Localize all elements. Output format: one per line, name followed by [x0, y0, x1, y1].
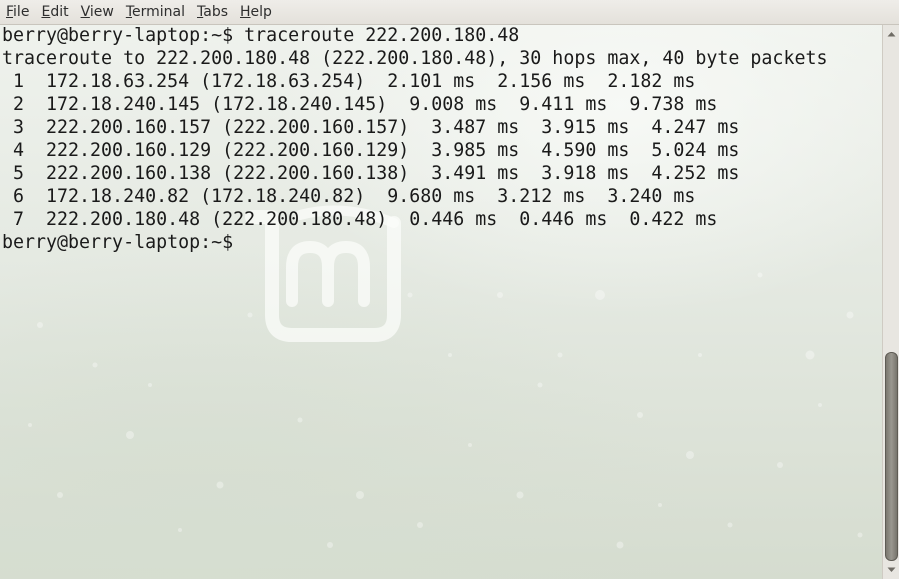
menu-tabs[interactable]: Tabs [192, 0, 233, 24]
menu-file-mnemonic: F [6, 4, 14, 20]
terminal-line-hop-2: 2 172.18.240.145 (172.18.240.145) 9.008 … [2, 94, 718, 115]
arrow-up-icon [887, 32, 895, 37]
terminal-line-prompt: berry@berry-laptop:~$ [2, 232, 245, 253]
menu-view-label: iew [89, 4, 114, 20]
menu-terminal-label: erminal [132, 4, 185, 20]
terminal-line-hop-4: 4 222.200.160.129 (222.200.160.129) 3.98… [2, 140, 740, 161]
terminal-window: File Edit View Terminal Tabs Help berry@… [0, 0, 899, 579]
menu-edit-label: dit [50, 4, 69, 20]
terminal-line-hop-6: 6 172.18.240.82 (172.18.240.82) 9.680 ms… [2, 186, 696, 207]
terminal-line-header: traceroute to 222.200.180.48 (222.200.18… [2, 48, 828, 69]
menu-edit[interactable]: Edit [36, 0, 73, 24]
scroll-thumb[interactable] [885, 352, 898, 561]
menu-file-label: ile [13, 4, 30, 20]
terminal-output-area[interactable]: berry@berry-laptop:~$ traceroute 222.200… [0, 25, 882, 579]
arrow-down-icon [887, 567, 895, 572]
terminal-line-hop-7: 7 222.200.180.48 (222.200.180.48) 0.446 … [2, 209, 718, 230]
water-droplets [28, 272, 863, 549]
terminal-line-hop-3: 3 222.200.160.157 (222.200.160.157) 3.48… [2, 117, 740, 138]
terminal-line-hop-5: 5 222.200.160.138 (222.200.160.138) 3.49… [2, 163, 740, 184]
menu-tabs-label: abs [203, 4, 228, 20]
scroll-down-button[interactable] [883, 562, 899, 578]
menu-terminal[interactable]: Terminal [121, 0, 190, 24]
scroll-up-button[interactable] [883, 26, 899, 42]
menu-view-mnemonic: V [80, 4, 90, 20]
menu-edit-mnemonic: E [41, 4, 51, 20]
menu-help[interactable]: Help [235, 0, 277, 24]
menu-view[interactable]: View [76, 0, 119, 24]
vertical-scrollbar[interactable] [882, 25, 899, 579]
terminal-line-hop-1: 1 172.18.63.254 (172.18.63.254) 2.101 ms… [2, 71, 696, 92]
menu-file[interactable]: File [0, 0, 34, 24]
terminal-line-command: berry@berry-laptop:~$ traceroute 222.200… [2, 25, 520, 46]
menu-help-mnemonic: H [240, 4, 251, 20]
menubar: File Edit View Terminal Tabs Help [0, 0, 899, 25]
terminal-text: berry@berry-laptop:~$ traceroute 222.200… [2, 25, 827, 254]
menu-help-label: elp [250, 4, 272, 20]
